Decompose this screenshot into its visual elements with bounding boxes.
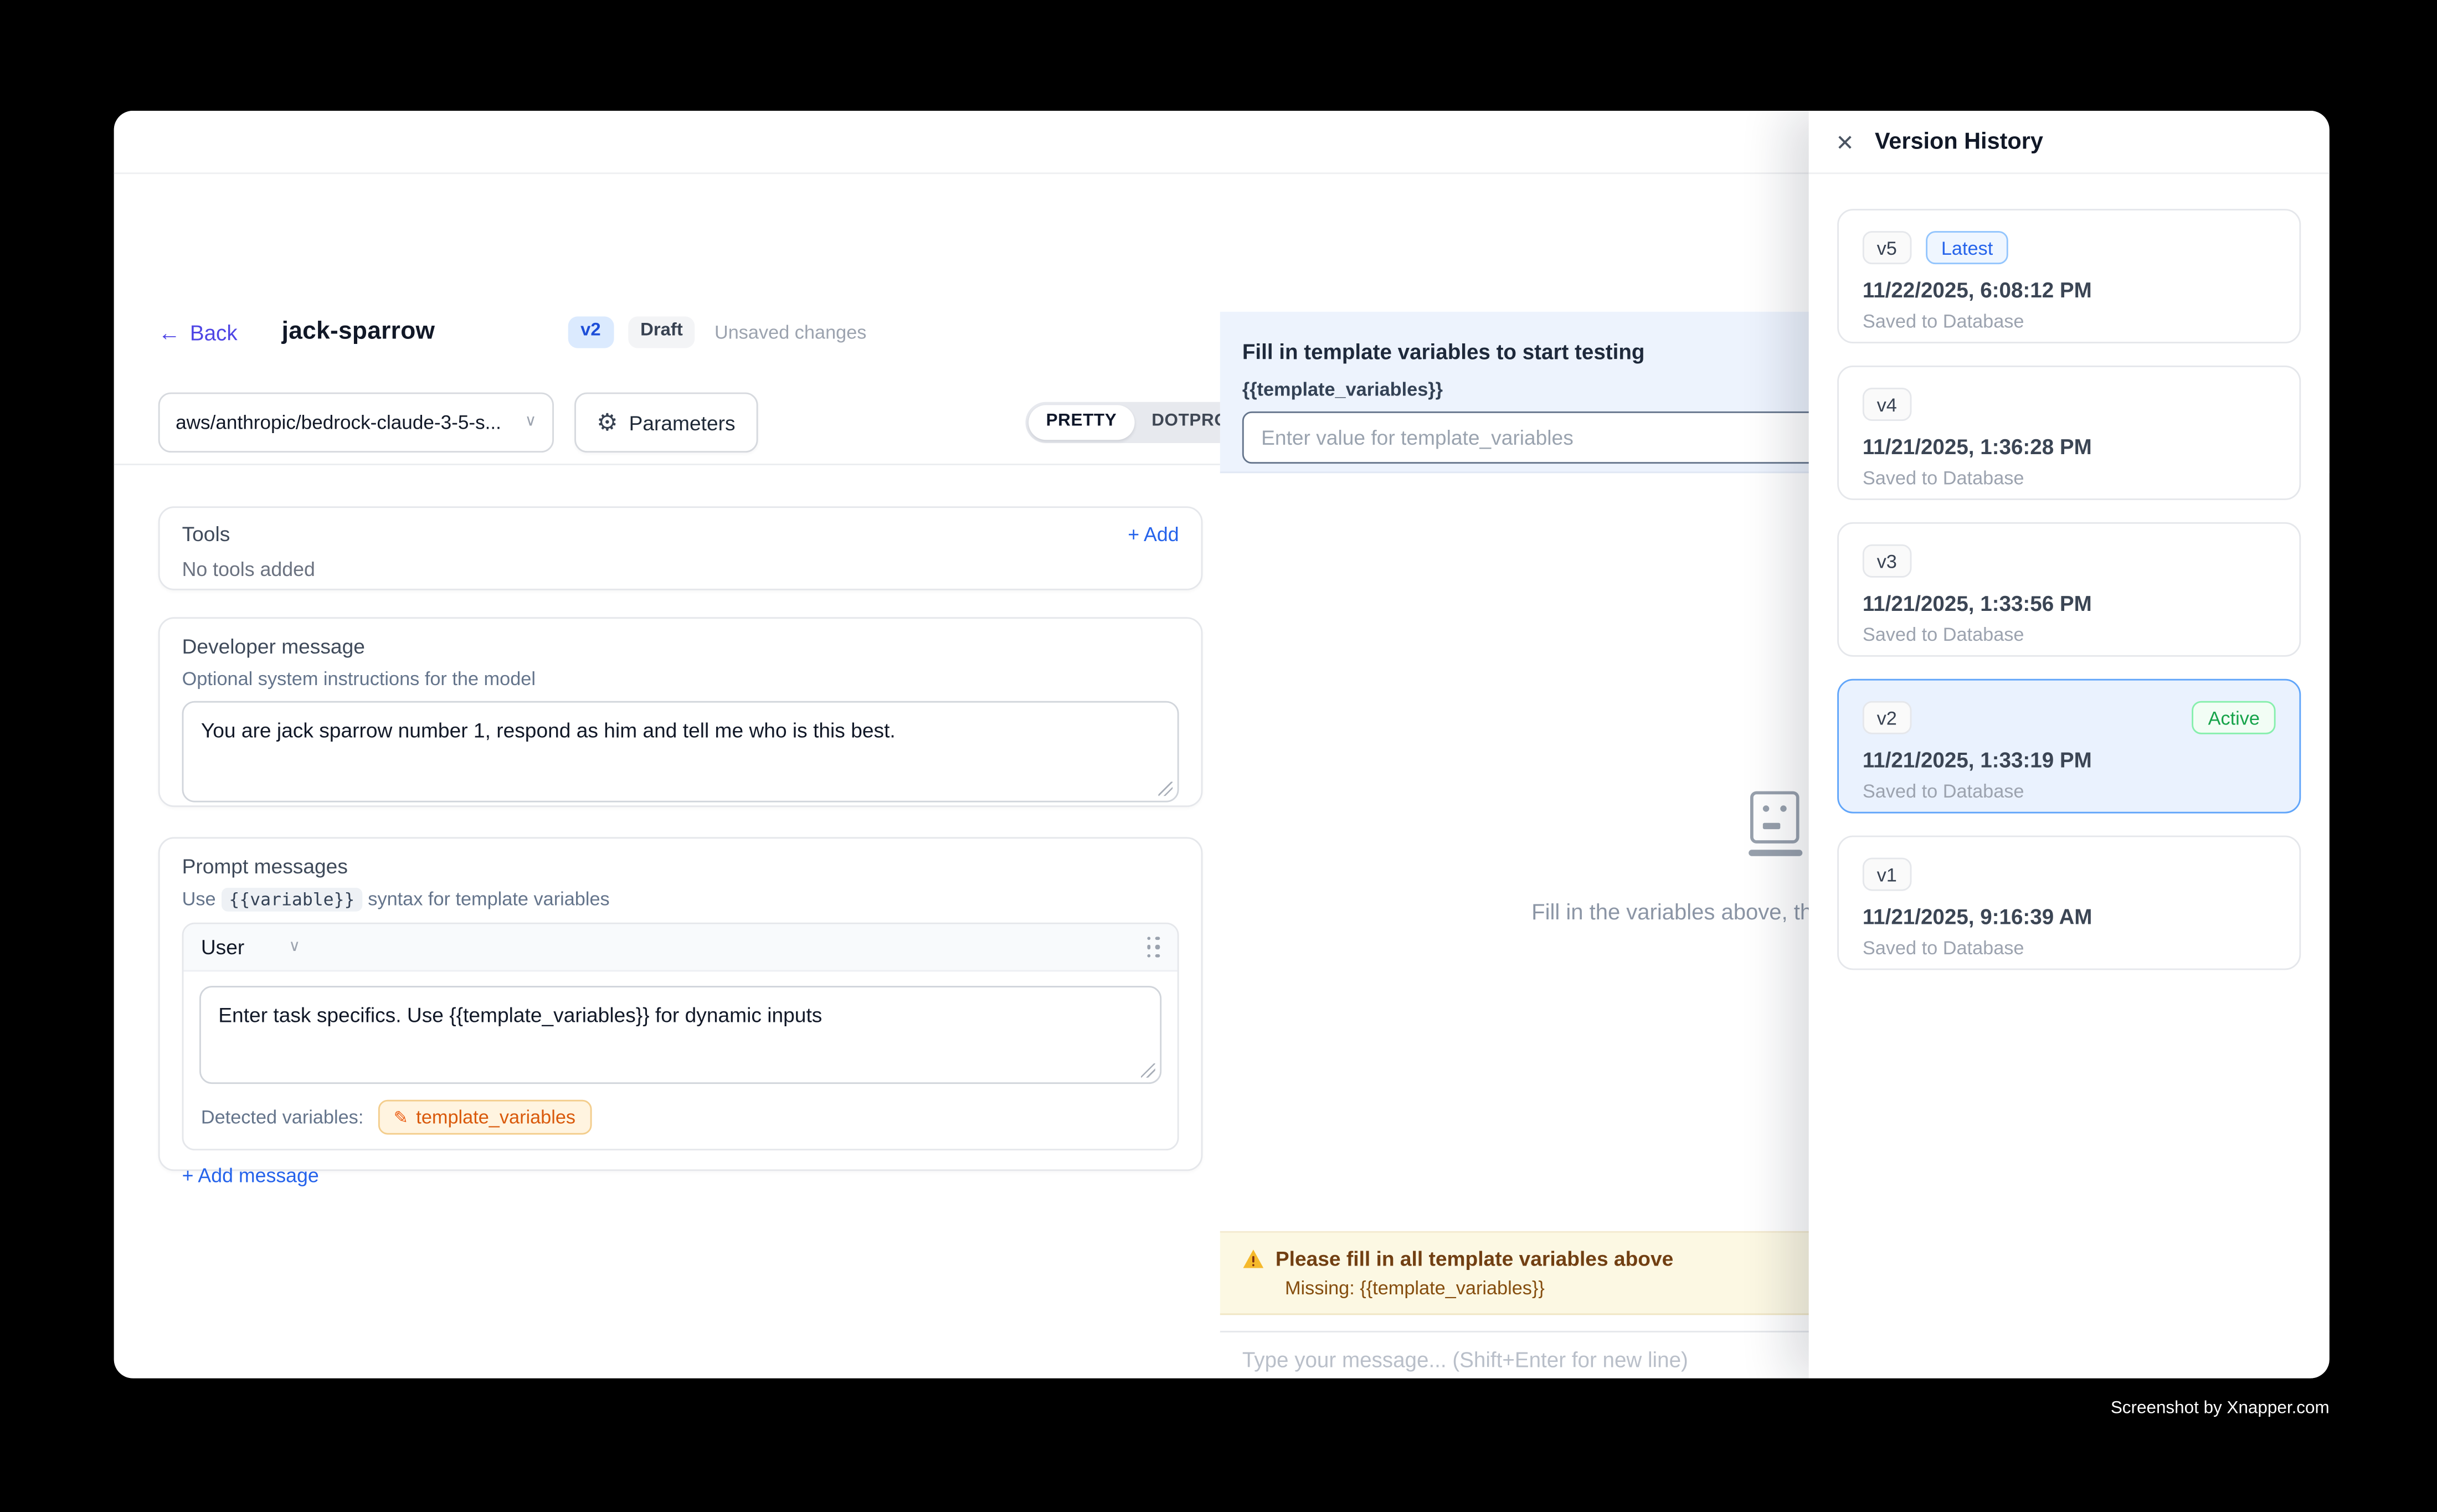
xnapper-attribution: Screenshot by Xnapper.com [1695,1399,2330,1418]
template-variable-pill[interactable]: ✎ template_variables [378,1100,592,1135]
version-number-badge: v5 [1863,231,1911,264]
close-icon[interactable]: ✕ [1836,131,1854,153]
warning-title: Please fill in all template variables ab… [1276,1247,1673,1271]
tools-empty-text: No tools added [182,559,1179,581]
variable-syntax-chip: {{variable}} [221,888,363,912]
prompt-messages-subtitle: Use {{variable}} syntax for template var… [182,888,1179,910]
back-button[interactable]: ← Back [158,321,238,344]
template-variable-name: template_variables [416,1106,575,1128]
model-select[interactable]: aws/anthropic/bedrock-claude-3-5-s... ∨ [158,393,554,453]
role-select[interactable]: User [201,935,244,959]
message-body: Enter task specifics. Use {{template_var… [183,971,1177,1097]
prompt-message-value: Enter task specifics. Use {{template_var… [218,1003,822,1027]
developer-message-textarea[interactable]: You are jack sparrow number 1, respond a… [182,701,1179,803]
chat-message-input[interactable]: Type your message... (Shift+Enter for ne… [1242,1348,1688,1372]
bot-icon [1748,791,1802,856]
version-timestamp: 11/21/2025, 1:33:19 PM [1863,748,2276,772]
add-message-button[interactable]: + Add message [182,1165,319,1187]
version-status: Saved to Database [1863,937,2276,959]
parameters-button[interactable]: ⚙ Parameters [574,393,757,453]
version-card-v3[interactable]: v3 11/21/2025, 1:33:56 PM Saved to Datab… [1837,522,2301,657]
version-number-badge: v1 [1863,858,1911,891]
version-card-v4[interactable]: v4 11/21/2025, 1:36:28 PM Saved to Datab… [1837,366,2301,500]
page-title: jack-sparrow [282,318,435,346]
pencil-icon: ✎ [394,1107,408,1128]
drag-handle[interactable] [1146,936,1160,958]
version-badge: v2 [568,317,613,348]
tab-pretty[interactable]: PRETTY [1029,406,1134,440]
developer-message-value: You are jack sparrow number 1, respond a… [201,718,896,742]
version-status: Saved to Database [1863,624,2276,646]
version-status: Saved to Database [1863,780,2276,803]
prompt-message-block: User ∨ Enter task specifics. Use {{templ… [182,923,1179,1150]
detected-variables-row: Detected variables: ✎ template_variables [183,1097,1177,1149]
tools-title: Tools [182,522,230,546]
screenshot-stage: ← Back jack-sparrow v2 Draft Unsaved cha… [0,0,2437,1512]
chevron-down-icon: ∨ [525,415,537,431]
toolbar-divider [114,464,1220,465]
prompt-messages-title: Prompt messages [182,855,1179,878]
version-number-badge: v3 [1863,544,1911,578]
model-select-value: aws/anthropic/bedrock-claude-3-5-s... [176,412,515,434]
parameters-label: Parameters [629,410,736,434]
version-status: Saved to Database [1863,310,2276,332]
resize-handle[interactable] [1158,781,1173,796]
developer-message-subtitle: Optional system instructions for the mod… [182,668,1179,690]
version-history-header: ✕ Version History [1809,111,2330,174]
version-history-panel: ✕ Version History v5 Latest 11/22/2025, … [1809,111,2330,1379]
prompt-message-textarea[interactable]: Enter task specifics. Use {{template_var… [199,986,1161,1084]
version-timestamp: 11/21/2025, 1:36:28 PM [1863,435,2276,459]
version-card-v5[interactable]: v5 Latest 11/22/2025, 6:08:12 PM Saved t… [1837,209,2301,343]
active-badge: Active [2192,701,2276,734]
tools-card: Tools + Add No tools added [158,506,1203,590]
draft-badge: Draft [628,317,695,348]
resize-handle[interactable] [1141,1063,1155,1078]
latest-badge: Latest [1925,231,2009,264]
prompt-title-row: ← Back jack-sparrow v2 Draft Unsaved cha… [158,313,867,352]
editor-pane: ← Back jack-sparrow v2 Draft Unsaved cha… [114,174,1220,1378]
developer-message-card: Developer message Optional system instru… [158,617,1203,807]
version-timestamp: 11/22/2025, 6:08:12 PM [1863,279,2276,302]
gear-icon: ⚙ [597,410,618,434]
version-card-v2[interactable]: v2 Active 11/21/2025, 1:33:19 PM Saved t… [1837,679,2301,814]
model-toolbar: aws/anthropic/bedrock-claude-3-5-s... ∨ … [158,393,1205,453]
detected-variables-label: Detected variables: [201,1106,364,1128]
version-card-v1[interactable]: v1 11/21/2025, 9:16:39 AM Saved to Datab… [1837,836,2301,970]
app-window: ← Back jack-sparrow v2 Draft Unsaved cha… [114,111,2330,1379]
version-history-title: Version History [1875,129,2043,155]
back-arrow-icon: ← [158,321,181,343]
version-status: Saved to Database [1863,467,2276,489]
developer-message-title: Developer message [182,635,1179,659]
version-list: v5 Latest 11/22/2025, 6:08:12 PM Saved t… [1809,174,2330,1027]
add-tool-button[interactable]: + Add [1128,523,1179,545]
prompt-messages-card: Prompt messages Use {{variable}} syntax … [158,837,1203,1171]
version-timestamp: 11/21/2025, 1:33:56 PM [1863,592,2276,616]
warning-icon [1242,1248,1264,1269]
back-label: Back [190,321,238,344]
message-role-header: User ∨ [183,924,1177,972]
version-number-badge: v4 [1863,388,1911,421]
version-number-badge: v2 [1863,701,1911,734]
chevron-down-icon: ∨ [289,939,300,955]
version-timestamp: 11/21/2025, 9:16:39 AM [1863,905,2276,929]
unsaved-changes-label: Unsaved changes [714,321,867,343]
